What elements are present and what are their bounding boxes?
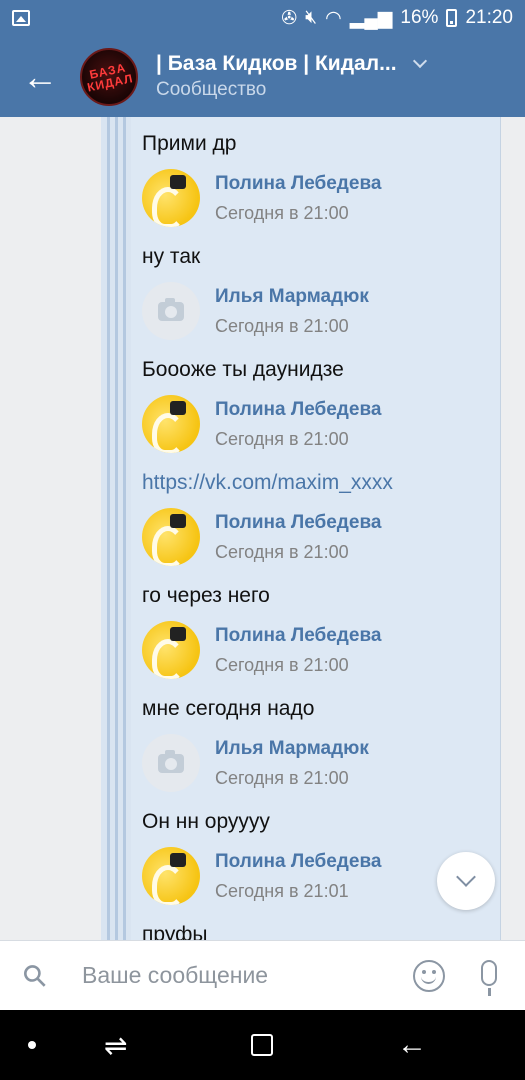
message-author-row[interactable]: Полина Лебедева Сегодня в 21:00 bbox=[142, 620, 381, 680]
microphone-icon[interactable] bbox=[481, 959, 497, 996]
conversation-title: | База Кидков | Кидал... bbox=[156, 52, 397, 75]
back-arrow-icon[interactable]: ← bbox=[0, 36, 80, 117]
status-indicators: ✇ 🔇︎ ◠ ▂▄▆ 16% 21:20 bbox=[281, 7, 513, 30]
camera-icon bbox=[158, 749, 184, 773]
message-author-row[interactable]: Полина Лебедева Сегодня в 21:01 bbox=[142, 846, 381, 906]
nfc-icon: ✇ bbox=[281, 7, 298, 29]
message-text: Он нн оруууу bbox=[142, 810, 270, 833]
forward-line bbox=[107, 117, 110, 940]
user-avatar[interactable] bbox=[142, 508, 200, 566]
conversation-title-block[interactable]: | База Кидков | Кидал... Сообщество bbox=[156, 52, 427, 101]
avatar-logo-text: БАЗА КИДАЛ bbox=[85, 59, 135, 95]
camera-icon bbox=[158, 297, 184, 321]
smile-icon[interactable] bbox=[413, 959, 445, 992]
author-name[interactable]: Полина Лебедева bbox=[215, 512, 381, 534]
message-text: Бoooже ты даунидзе bbox=[142, 358, 344, 381]
author-name[interactable]: Полина Лебедева bbox=[215, 851, 381, 873]
recent-apps-icon[interactable]: ⇌ bbox=[104, 1029, 128, 1062]
status-bar: ✇ 🔇︎ ◠ ▂▄▆ 16% 21:20 bbox=[0, 0, 525, 36]
message-input[interactable] bbox=[70, 962, 413, 989]
author-name[interactable]: Илья Мармадюк bbox=[215, 738, 369, 760]
chevron-down-icon[interactable] bbox=[412, 53, 427, 69]
message-list[interactable]: Прими др Полина Лебедева Сегодня в 21:00… bbox=[0, 117, 525, 940]
battery-percent: 16% bbox=[400, 7, 439, 28]
user-avatar[interactable] bbox=[142, 621, 200, 679]
home-icon[interactable] bbox=[251, 1034, 273, 1056]
message-text: ну так bbox=[142, 245, 201, 268]
message-author-row[interactable]: Полина Лебедева Сегодня в 21:00 bbox=[142, 168, 381, 228]
message-author-row[interactable]: Полина Лебедева Сегодня в 21:00 bbox=[142, 507, 381, 567]
author-name[interactable]: Илья Мармадюк bbox=[215, 286, 369, 308]
chevron-down-icon bbox=[456, 867, 476, 887]
system-navigation-bar: ⇌ ← bbox=[0, 1010, 525, 1080]
camera-placeholder-avatar[interactable] bbox=[142, 734, 200, 792]
message-time: Сегодня в 21:00 bbox=[215, 541, 349, 562]
battery-icon bbox=[446, 9, 458, 27]
message-time: Сегодня в 21:01 bbox=[215, 880, 349, 901]
forward-line bbox=[115, 117, 118, 940]
mute-icon: 🔇︎ bbox=[305, 7, 318, 28]
user-avatar[interactable] bbox=[142, 395, 200, 453]
author-name[interactable]: Полина Лебедева bbox=[215, 399, 381, 421]
message-text: Прими др bbox=[142, 132, 237, 155]
author-name[interactable]: Полина Лебедева bbox=[215, 173, 381, 195]
message-link[interactable]: https://vk.com/maxim_xxxx bbox=[142, 471, 393, 495]
conversation-subtitle: Сообщество bbox=[156, 79, 267, 100]
clock: 21:20 bbox=[465, 7, 513, 28]
message-author-row[interactable]: Илья Мармадюк Сегодня в 21:00 bbox=[142, 281, 369, 341]
signal-icon: ▂▄▆ bbox=[349, 7, 393, 29]
conversation-header: ← БАЗА КИДАЛ | База Кидков | Кидал... Со… bbox=[0, 36, 525, 117]
message-time: Сегодня в 21:00 bbox=[215, 767, 349, 788]
nav-dot-icon[interactable] bbox=[28, 1041, 36, 1049]
author-name[interactable]: Полина Лебедева bbox=[215, 625, 381, 647]
user-avatar[interactable] bbox=[142, 169, 200, 227]
message-time: Сегодня в 21:00 bbox=[215, 428, 349, 449]
forward-line bbox=[123, 117, 126, 940]
message-text: пруфы bbox=[142, 923, 208, 940]
message-author-row[interactable]: Полина Лебедева Сегодня в 21:00 bbox=[142, 394, 381, 454]
community-avatar[interactable]: БАЗА КИДАЛ bbox=[80, 47, 138, 106]
scroll-to-bottom-button[interactable] bbox=[437, 852, 495, 910]
message-composer: ⚲ bbox=[0, 940, 525, 1010]
wifi-icon: ◠ bbox=[325, 7, 342, 29]
camera-placeholder-avatar[interactable] bbox=[142, 282, 200, 340]
message-text: мне сегодня надо bbox=[142, 697, 315, 720]
back-icon[interactable]: ← bbox=[397, 1028, 427, 1062]
gallery-notification-icon bbox=[12, 10, 30, 26]
message-time: Сегодня в 21:00 bbox=[215, 315, 349, 336]
message-time: Сегодня в 21:00 bbox=[215, 202, 349, 223]
message-time: Сегодня в 21:00 bbox=[215, 654, 349, 675]
message-author-row[interactable]: Илья Мармадюк Сегодня в 21:00 bbox=[142, 733, 369, 793]
message-text: го через него bbox=[142, 584, 270, 607]
user-avatar[interactable] bbox=[142, 847, 200, 905]
